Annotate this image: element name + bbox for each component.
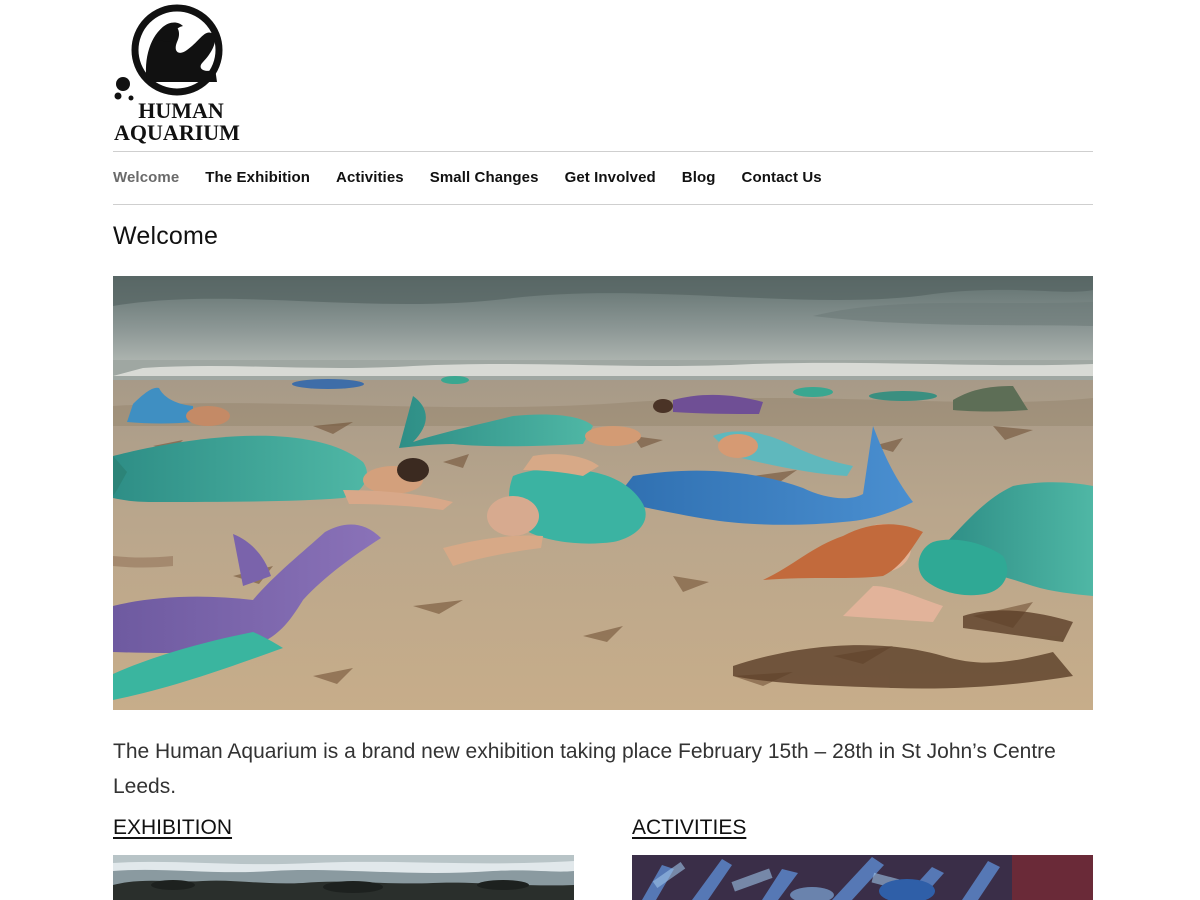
site-logo[interactable]: HUMAN AQUARIUM <box>113 4 241 144</box>
activities-thumbnail[interactable] <box>632 855 1093 900</box>
main-navigation: Welcome The Exhibition Activities Small … <box>113 166 848 188</box>
nav-item-the-exhibition[interactable]: The Exhibition <box>205 169 310 186</box>
nav-top-divider <box>113 151 1093 152</box>
nav-item-activities[interactable]: Activities <box>336 169 404 186</box>
plastic-bottles-photo <box>632 855 1093 900</box>
activities-heading-link[interactable]: ACTIVITIES <box>632 816 746 840</box>
nav-item-blog[interactable]: Blog <box>682 169 716 186</box>
nav-bottom-divider <box>113 204 1093 205</box>
mermaid-logo-icon: HUMAN AQUARIUM <box>114 4 240 144</box>
exhibition-heading-link[interactable]: EXHIBITION <box>113 816 232 840</box>
nav-item-get-involved[interactable]: Get Involved <box>565 169 656 186</box>
exhibition-thumbnail[interactable] <box>113 855 574 900</box>
mermaids-beach-photo <box>113 276 1093 710</box>
intro-text: The Human Aquarium is a brand new exhibi… <box>113 740 1056 798</box>
nav-item-small-changes[interactable]: Small Changes <box>430 169 539 186</box>
page-title: Welcome <box>113 222 219 250</box>
hero-image <box>113 276 1093 710</box>
nav-item-contact-us[interactable]: Contact Us <box>742 169 822 186</box>
nav-item-welcome[interactable]: Welcome <box>113 169 179 186</box>
logo-text-aquarium: AQUARIUM <box>114 120 240 144</box>
sea-rocks-photo <box>113 855 574 900</box>
